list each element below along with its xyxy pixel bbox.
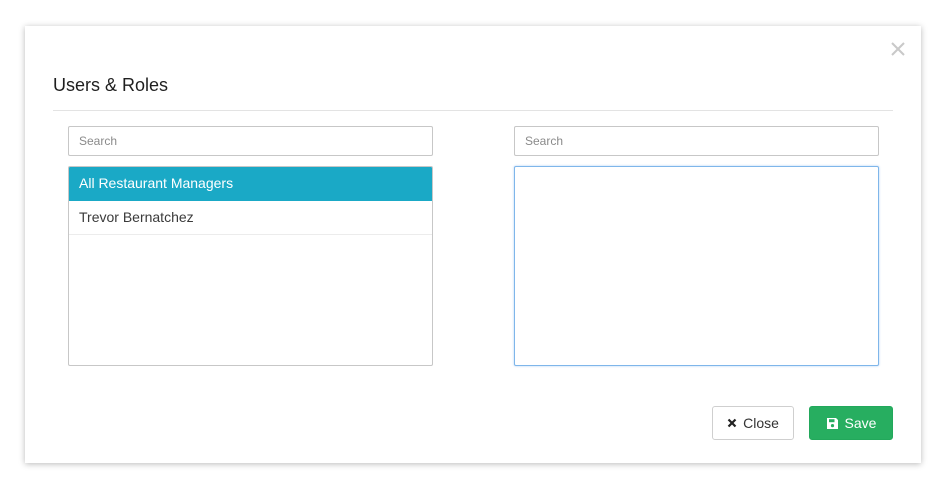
modal-title: Users & Roles — [53, 75, 169, 95]
close-button[interactable]: Close — [712, 406, 794, 440]
list-item-label: Trevor Bernatchez — [79, 209, 194, 225]
save-button-label: Save — [844, 415, 877, 431]
title-divider — [53, 110, 893, 111]
right-search-input[interactable] — [514, 126, 879, 156]
left-search-input[interactable] — [68, 126, 433, 156]
times-icon — [727, 418, 737, 428]
floppy-disk-icon — [826, 417, 839, 430]
list-item-trevor-bernatchez[interactable]: Trevor Bernatchez — [69, 201, 432, 235]
selected-list[interactable] — [514, 166, 879, 366]
close-x-icon[interactable] — [889, 40, 907, 58]
users-roles-modal: Users & Roles All Restaurant Managers Tr… — [25, 26, 921, 463]
close-button-label: Close — [743, 415, 779, 431]
available-list[interactable]: All Restaurant Managers Trevor Bernatche… — [68, 166, 433, 366]
list-item-label: All Restaurant Managers — [79, 175, 234, 191]
list-item-all-restaurant-managers[interactable]: All Restaurant Managers — [69, 167, 432, 201]
save-button[interactable]: Save — [809, 406, 893, 440]
